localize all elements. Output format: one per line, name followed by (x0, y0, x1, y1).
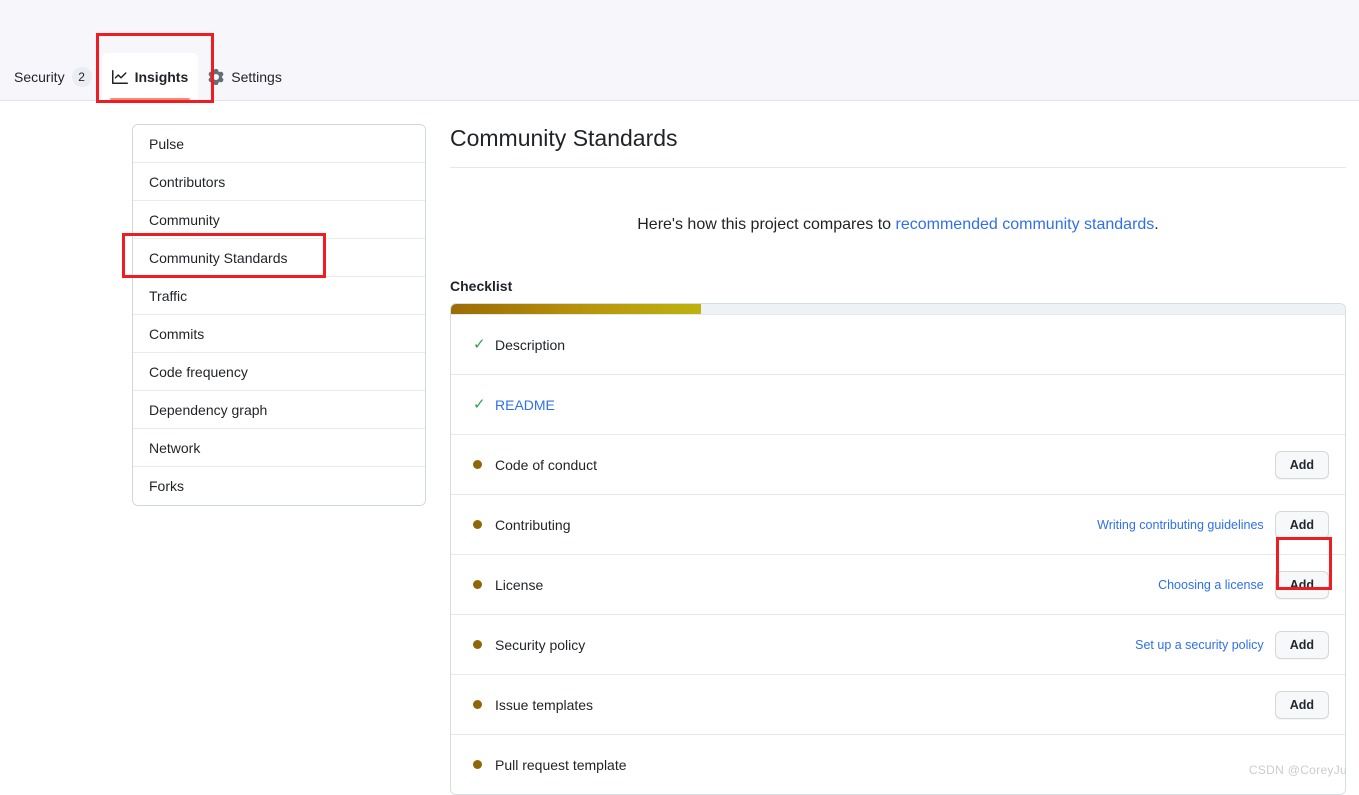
table-row: ✓ Description (451, 314, 1345, 375)
checklist-item-label: Contributing (495, 516, 571, 533)
checklist-item-label: Security policy (495, 636, 586, 653)
checklist-item-label: Description (495, 336, 566, 353)
intro-prefix: Here's how this project compares to (637, 215, 896, 233)
checklist-item-readme-link[interactable]: README (495, 397, 1329, 413)
sidebar-item-forks[interactable]: Forks (133, 467, 425, 505)
table-row: Code of conduct Add (451, 434, 1345, 495)
page-title: Community Standards (450, 124, 1346, 168)
checklist-item-label: Issue templates (495, 696, 594, 713)
checklist-heading: Checklist (450, 278, 513, 295)
dot-icon (473, 580, 495, 590)
sidebar-item-community-standards[interactable]: Community Standards (133, 239, 425, 277)
tab-security-badge: 2 (71, 66, 92, 87)
sidebar-item-contributors[interactable]: Contributors (133, 163, 425, 201)
checklist-card: ✓ Description ✓ README Code of conduct A… (450, 303, 1346, 795)
add-security-policy-button[interactable]: Add (1274, 630, 1329, 659)
tab-insights[interactable]: Insights (101, 53, 199, 100)
tab-insights-label: Insights (134, 68, 189, 85)
table-row: Contributing Writing contributing guidel… (451, 494, 1345, 555)
tab-security[interactable]: Security 2 (4, 53, 102, 100)
sidebar-item-label: Pulse (149, 135, 185, 152)
checklist-progress-track (451, 304, 1345, 315)
table-row: Security policy Set up a security policy… (451, 614, 1345, 675)
tab-settings[interactable]: Settings (198, 53, 292, 100)
writing-contributing-guidelines-link[interactable]: Writing contributing guidelines (1097, 518, 1264, 532)
table-row: License Choosing a license Add (451, 554, 1345, 615)
sidebar-item-dependency-graph[interactable]: Dependency graph (133, 391, 425, 429)
add-license-button[interactable]: Add (1274, 570, 1329, 599)
dot-icon (473, 640, 495, 650)
sidebar-item-label: Traffic (149, 287, 188, 304)
dot-icon (473, 760, 495, 770)
tab-settings-label: Settings (231, 68, 282, 85)
repo-nav-tabs: Security 2 Insights Settings (0, 53, 292, 100)
sidebar-item-label: Commits (149, 325, 205, 342)
sidebar-item-label: Network (149, 439, 201, 456)
sidebar-item-commits[interactable]: Commits (133, 315, 425, 353)
checklist-item-label: Pull request template (495, 756, 627, 773)
add-issue-templates-button[interactable]: Add (1274, 690, 1329, 719)
sidebar-item-traffic[interactable]: Traffic (133, 277, 425, 315)
add-code-of-conduct-button[interactable]: Add (1274, 450, 1329, 479)
intro-text: Here's how this project compares to reco… (450, 214, 1346, 236)
table-row: ✓ README (451, 374, 1345, 435)
main-content: Community Standards Here's how this proj… (450, 124, 1346, 795)
sidebar-item-label: Dependency graph (149, 401, 268, 418)
intro-suffix: . (1154, 215, 1159, 233)
checklist-item-label: License (495, 576, 544, 593)
watermark: CSDN @CoreyJu (1248, 763, 1347, 777)
add-contributing-button[interactable]: Add (1274, 510, 1329, 539)
sidebar-item-label: Community (149, 211, 220, 228)
dot-icon (473, 460, 495, 470)
sidebar-item-network[interactable]: Network (133, 429, 425, 467)
sidebar-item-label: Forks (149, 478, 184, 494)
graph-icon (111, 69, 128, 85)
sidebar-item-label: Code frequency (149, 363, 248, 380)
set-up-a-security-policy-link[interactable]: Set up a security policy (1135, 638, 1264, 652)
sidebar-item-community[interactable]: Community (133, 201, 425, 239)
sidebar-item-code-frequency[interactable]: Code frequency (133, 353, 425, 391)
dot-icon (473, 700, 495, 710)
check-icon: ✓ (473, 396, 486, 414)
table-row: Pull request template (451, 734, 1345, 795)
sidebar-item-label: Contributors (149, 173, 226, 190)
sidebar-item-pulse[interactable]: Pulse (133, 125, 425, 163)
checklist-item-label: Code of conduct (495, 456, 597, 473)
sidebar-item-label: Community Standards (149, 249, 288, 266)
table-row: Issue templates Add (451, 674, 1345, 735)
choosing-a-license-link[interactable]: Choosing a license (1158, 578, 1264, 592)
check-icon: ✓ (473, 336, 486, 354)
gear-icon (208, 68, 224, 85)
recommended-community-standards-link[interactable]: recommended community standards (896, 216, 1155, 233)
checklist-progress-fill (451, 304, 702, 315)
dot-icon (473, 520, 495, 530)
insights-sidebar: Pulse Contributors Community Community S… (132, 124, 426, 506)
repo-header: Security 2 Insights Settings (0, 0, 1359, 101)
tab-security-label: Security (14, 68, 65, 85)
